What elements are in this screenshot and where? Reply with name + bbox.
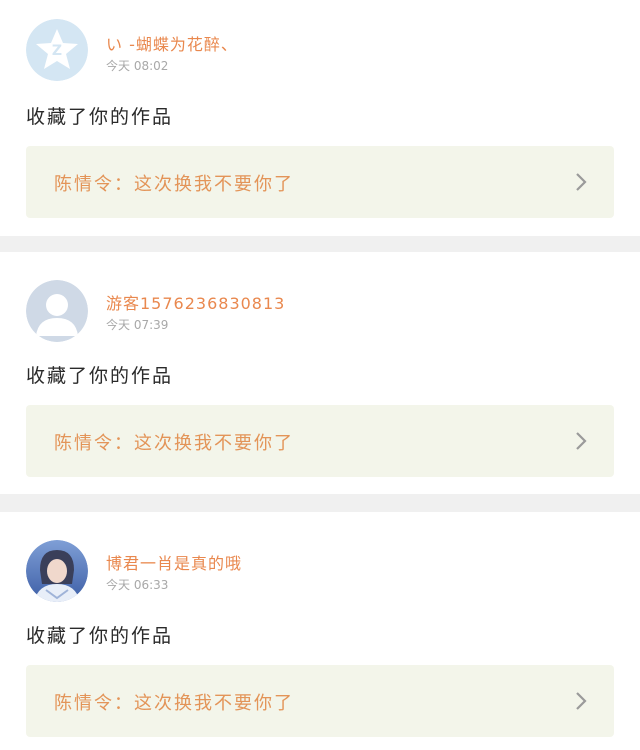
action-text: 收藏了你的作品 — [26, 365, 174, 387]
person-icon — [26, 280, 88, 342]
avatar[interactable]: Z — [26, 19, 88, 81]
username[interactable]: 博君一肖是真的哦 — [106, 550, 242, 574]
username[interactable]: い -蝴蝶为花醉、 — [106, 31, 238, 55]
work-title: 陈情令：这次换我不要你了 — [54, 433, 294, 454]
qzone-star-icon: Z — [26, 19, 88, 81]
timestamp: 今天 07:39 — [106, 318, 169, 332]
action-text: 收藏了你的作品 — [26, 106, 174, 128]
work-title: 陈情令：这次换我不要你了 — [54, 693, 294, 714]
portrait-photo-icon — [26, 540, 88, 602]
avatar[interactable] — [26, 540, 88, 602]
notification-card: Z い -蝴蝶为花醉、 今天 08:02 收藏了你的作品 陈情令：这次换我不要你… — [0, 0, 640, 236]
timestamp: 今天 06:33 — [106, 578, 169, 592]
svg-text:Z: Z — [52, 43, 62, 59]
notification-card: 游客1576236830813 今天 07:39 收藏了你的作品 陈情令：这次换… — [0, 252, 640, 494]
chevron-right-icon — [576, 692, 587, 710]
work-link[interactable]: 陈情令：这次换我不要你了 — [26, 665, 614, 737]
chevron-right-icon — [576, 173, 587, 191]
timestamp: 今天 08:02 — [106, 59, 169, 73]
username[interactable]: 游客1576236830813 — [106, 290, 285, 314]
notification-card: 博君一肖是真的哦 今天 06:33 收藏了你的作品 陈情令：这次换我不要你了 — [0, 512, 640, 750]
chevron-right-icon — [576, 432, 587, 450]
avatar[interactable] — [26, 280, 88, 342]
work-title: 陈情令：这次换我不要你了 — [54, 174, 294, 195]
action-text: 收藏了你的作品 — [26, 625, 174, 647]
work-link[interactable]: 陈情令：这次换我不要你了 — [26, 405, 614, 477]
work-link[interactable]: 陈情令：这次换我不要你了 — [26, 146, 614, 218]
